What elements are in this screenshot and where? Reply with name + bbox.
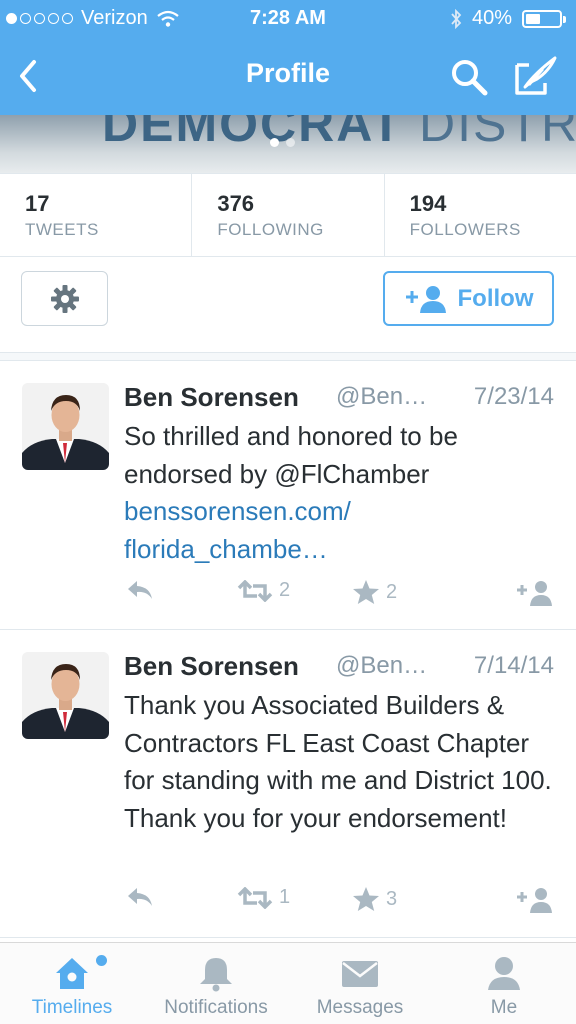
tweet-date: 7/23/14 — [473, 383, 554, 410]
tweet-date: 7/14/14 — [473, 652, 554, 679]
reply-button[interactable] — [126, 579, 154, 601]
tweet-item[interactable]: Ben Sorensen @Ben… 7/14/14 Thank you Ass… — [0, 630, 576, 938]
follow-author-button[interactable] — [516, 579, 554, 607]
tab-label: Timelines — [31, 997, 113, 1018]
search-icon[interactable] — [448, 56, 490, 98]
tweet-author-handle[interactable]: @Ben… — [336, 652, 427, 680]
tab-me[interactable]: Me — [432, 943, 576, 1024]
avatar[interactable] — [22, 383, 109, 470]
stat-tweets[interactable]: 17 TWEETS — [0, 174, 193, 256]
stat-followers[interactable]: 194 FOLLOWERS — [385, 174, 576, 256]
compose-tweet-icon[interactable] — [513, 55, 559, 97]
profile-photo — [22, 383, 109, 470]
tweet-actions: 2 2 — [124, 579, 556, 609]
reply-icon — [128, 581, 152, 599]
tab-label: Messages — [316, 997, 404, 1018]
reply-icon — [128, 888, 152, 906]
new-tweets-dot — [96, 955, 107, 966]
add-user-icon — [405, 285, 446, 313]
tweet-author-name[interactable]: Ben Sorensen — [124, 382, 299, 413]
stat-value: 17 — [25, 191, 50, 216]
add-user-icon — [517, 888, 552, 913]
stat-following[interactable]: 376 FOLLOWING — [192, 174, 385, 256]
tab-messages[interactable]: Messages — [288, 943, 432, 1024]
tweet-text: Thank you Associated Builders & Contract… — [124, 690, 552, 833]
follow-author-button[interactable] — [516, 886, 554, 914]
home-icon — [56, 958, 88, 989]
retweet-button[interactable]: 2 — [237, 579, 290, 602]
status-bar: Verizon 7:28 AM 40% — [0, 0, 576, 38]
profile-photo — [22, 652, 109, 739]
bell-icon — [200, 958, 232, 992]
nav-bar: Profile — [0, 38, 576, 115]
banner-page-indicator[interactable] — [270, 138, 295, 147]
favorite-button[interactable]: 3 — [352, 886, 397, 912]
tab-label: Me — [490, 997, 518, 1018]
avatar[interactable] — [22, 652, 109, 739]
battery-icon — [522, 9, 566, 28]
top-bar: Verizon 7:28 AM 40% Profile — [0, 0, 576, 115]
stat-value: 376 — [217, 191, 255, 216]
stat-value: 194 — [409, 191, 447, 216]
tweet-text-line: endorsed by @FlChamber — [124, 458, 430, 489]
stat-label: TWEETS — [25, 220, 99, 239]
star-icon — [353, 580, 379, 604]
follow-label: Follow — [457, 284, 534, 312]
bottom-tab-bar: Timelines Notifications Messages Me — [0, 942, 576, 1024]
gear-icon — [50, 284, 79, 313]
profile-stats: 17 TWEETS 376 FOLLOWING 194 FOLLOWERS — [0, 173, 576, 257]
tab-label: Notifications — [164, 997, 268, 1018]
feed-divider — [0, 352, 576, 361]
favorite-count: 3 — [386, 887, 398, 910]
reply-button[interactable] — [126, 886, 154, 908]
tweet-text-line: So thrilled and honored to be — [124, 421, 458, 451]
favorite-button[interactable]: 2 — [352, 579, 397, 605]
battery-percent: 40% — [471, 7, 512, 29]
profile-actions: Follow — [0, 257, 576, 352]
star-icon — [353, 887, 379, 911]
tweet-text: So thrilled and honored to be endorsed b… — [124, 418, 564, 568]
envelope-icon — [342, 961, 378, 987]
tweet-link[interactable]: benssorensen.com/ — [124, 493, 564, 531]
follow-button[interactable]: Follow — [383, 271, 554, 326]
tweet-item[interactable]: Ben Sorensen @Ben… 7/23/14 So thrilled a… — [0, 361, 576, 630]
retweet-count: 1 — [279, 886, 291, 908]
settings-button[interactable] — [21, 271, 108, 326]
tweet-author-handle[interactable]: @Ben… — [336, 383, 427, 411]
retweet-icon — [237, 886, 273, 909]
stat-label: FOLLOWING — [217, 220, 324, 239]
page-dot — [286, 138, 295, 147]
person-icon — [488, 957, 520, 990]
tweet-author-name[interactable]: Ben Sorensen — [124, 651, 299, 682]
retweet-count: 2 — [279, 579, 291, 601]
banner-image-text: DEMOCRAT DISTR — [102, 115, 576, 152]
retweet-icon — [237, 579, 273, 602]
bluetooth-icon — [451, 8, 462, 29]
tab-timelines[interactable]: Timelines — [0, 943, 144, 1024]
stat-label: FOLLOWERS — [409, 220, 521, 239]
status-right-group: 40% — [450, 7, 566, 30]
tab-notifications[interactable]: Notifications — [144, 943, 288, 1024]
tweet-header: Ben Sorensen @Ben… 7/14/14 — [124, 651, 554, 683]
tweet-actions: 1 3 — [124, 886, 556, 916]
add-user-icon — [517, 581, 552, 606]
tweet-header: Ben Sorensen @Ben… 7/23/14 — [124, 382, 554, 414]
tweet-link[interactable]: florida_chambe… — [124, 531, 564, 569]
favorite-count: 2 — [386, 580, 398, 603]
retweet-button[interactable]: 1 — [237, 886, 290, 909]
page-dot-active — [270, 138, 279, 147]
